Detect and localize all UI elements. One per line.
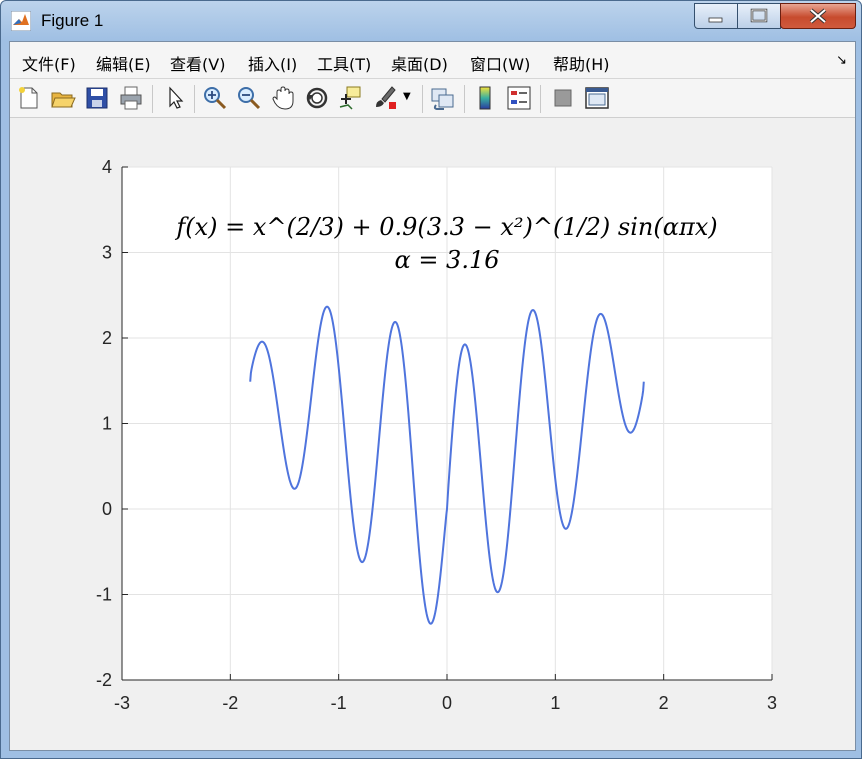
- menu-desktop[interactable]: 桌面(D): [391, 51, 448, 75]
- menu-tools[interactable]: 工具(T): [317, 51, 371, 75]
- figure-client-area: 文件(F) 编辑(E) 查看(V) 插入(I) 工具(T) 桌面(D) 窗口(W…: [9, 41, 856, 751]
- toolbar-separator: [422, 85, 423, 113]
- print-icon[interactable]: [118, 85, 144, 111]
- y-tick-label: -2: [96, 670, 112, 690]
- x-tick-label: -2: [222, 693, 238, 713]
- menu-help[interactable]: 帮助(H): [553, 51, 610, 75]
- hide-plot-tools-icon[interactable]: [550, 85, 576, 111]
- toolbar-separator: [152, 85, 153, 113]
- equation-annotation: f(x) = x^(2/3) + 0.9(3.3 − x²)^(1/2) sin…: [174, 213, 717, 241]
- y-tick-label: 4: [102, 157, 112, 177]
- link-plot-icon[interactable]: [430, 85, 456, 111]
- maximize-button[interactable]: [737, 3, 781, 29]
- pan-hand-icon[interactable]: [270, 85, 296, 111]
- x-tick-label: -1: [331, 693, 347, 713]
- menu-file[interactable]: 文件(F): [22, 51, 76, 75]
- menu-dock-arrow-icon[interactable]: ↘: [836, 53, 847, 68]
- zoom-out-icon[interactable]: [236, 85, 262, 111]
- x-tick-label: 0: [442, 693, 452, 713]
- menu-window[interactable]: 窗口(W): [470, 51, 530, 75]
- menu-edit[interactable]: 编辑(E): [96, 51, 151, 75]
- figure-window: Figure 1 文件(F) 编辑(E) 查看(V) 插入(I) 工具(T) 桌…: [0, 0, 862, 759]
- y-tick-label: 0: [102, 499, 112, 519]
- brush-dropdown-arrow-icon[interactable]: ▼: [403, 91, 411, 102]
- plot-canvas: -3 -2 -1 0 1 2 3-2-101234 f(x) = x^(2/3) + 0.9…: [96, 157, 777, 713]
- menu-insert[interactable]: 插入(I): [248, 51, 297, 75]
- zoom-in-icon[interactable]: [202, 85, 228, 111]
- figure-toolbar: ▼: [10, 79, 855, 118]
- minimize-button[interactable]: [694, 3, 738, 29]
- toolbar-separator: [540, 85, 541, 113]
- open-file-icon[interactable]: [50, 85, 76, 111]
- figure-canvas: -3 -2 -1 0 1 2 3 -2 -1 0 1 2 3 4 f(x) = x^(2/3) + 0.9…: [10, 119, 855, 750]
- rotate-3d-icon[interactable]: [304, 85, 330, 111]
- menu-view[interactable]: 查看(V): [170, 51, 225, 75]
- maximize-icon: [750, 8, 768, 23]
- x-tick-label: 1: [550, 693, 560, 713]
- minimize-icon: [708, 17, 723, 23]
- menu-bar: 文件(F) 编辑(E) 查看(V) 插入(I) 工具(T) 桌面(D) 窗口(W…: [10, 42, 855, 79]
- close-icon: [809, 8, 827, 24]
- close-button[interactable]: [780, 3, 856, 29]
- save-icon[interactable]: [84, 85, 110, 111]
- toolbar-separator: [194, 85, 195, 113]
- new-figure-icon[interactable]: [16, 85, 42, 111]
- brush-icon[interactable]: [372, 85, 398, 111]
- title-bar[interactable]: Figure 1: [1, 1, 861, 41]
- x-tick-label: 2: [659, 693, 669, 713]
- show-plot-tools-icon[interactable]: [584, 85, 610, 111]
- x-tick-label: 3: [767, 693, 777, 713]
- y-tick-label: -1: [96, 585, 112, 605]
- toolbar-separator: [464, 85, 465, 113]
- data-cursor-icon[interactable]: [338, 85, 364, 111]
- alpha-annotation: α = 3.16: [394, 246, 499, 274]
- pointer-icon[interactable]: [162, 85, 188, 111]
- colorbar-icon[interactable]: [472, 85, 498, 111]
- legend-icon[interactable]: [506, 85, 532, 111]
- y-tick-label: 1: [102, 414, 112, 434]
- matlab-logo-icon: [11, 11, 31, 31]
- y-tick-label: 2: [102, 328, 112, 348]
- x-tick-label: -3: [114, 693, 130, 713]
- window-title: Figure 1: [41, 11, 104, 30]
- y-tick-label: 3: [102, 243, 112, 263]
